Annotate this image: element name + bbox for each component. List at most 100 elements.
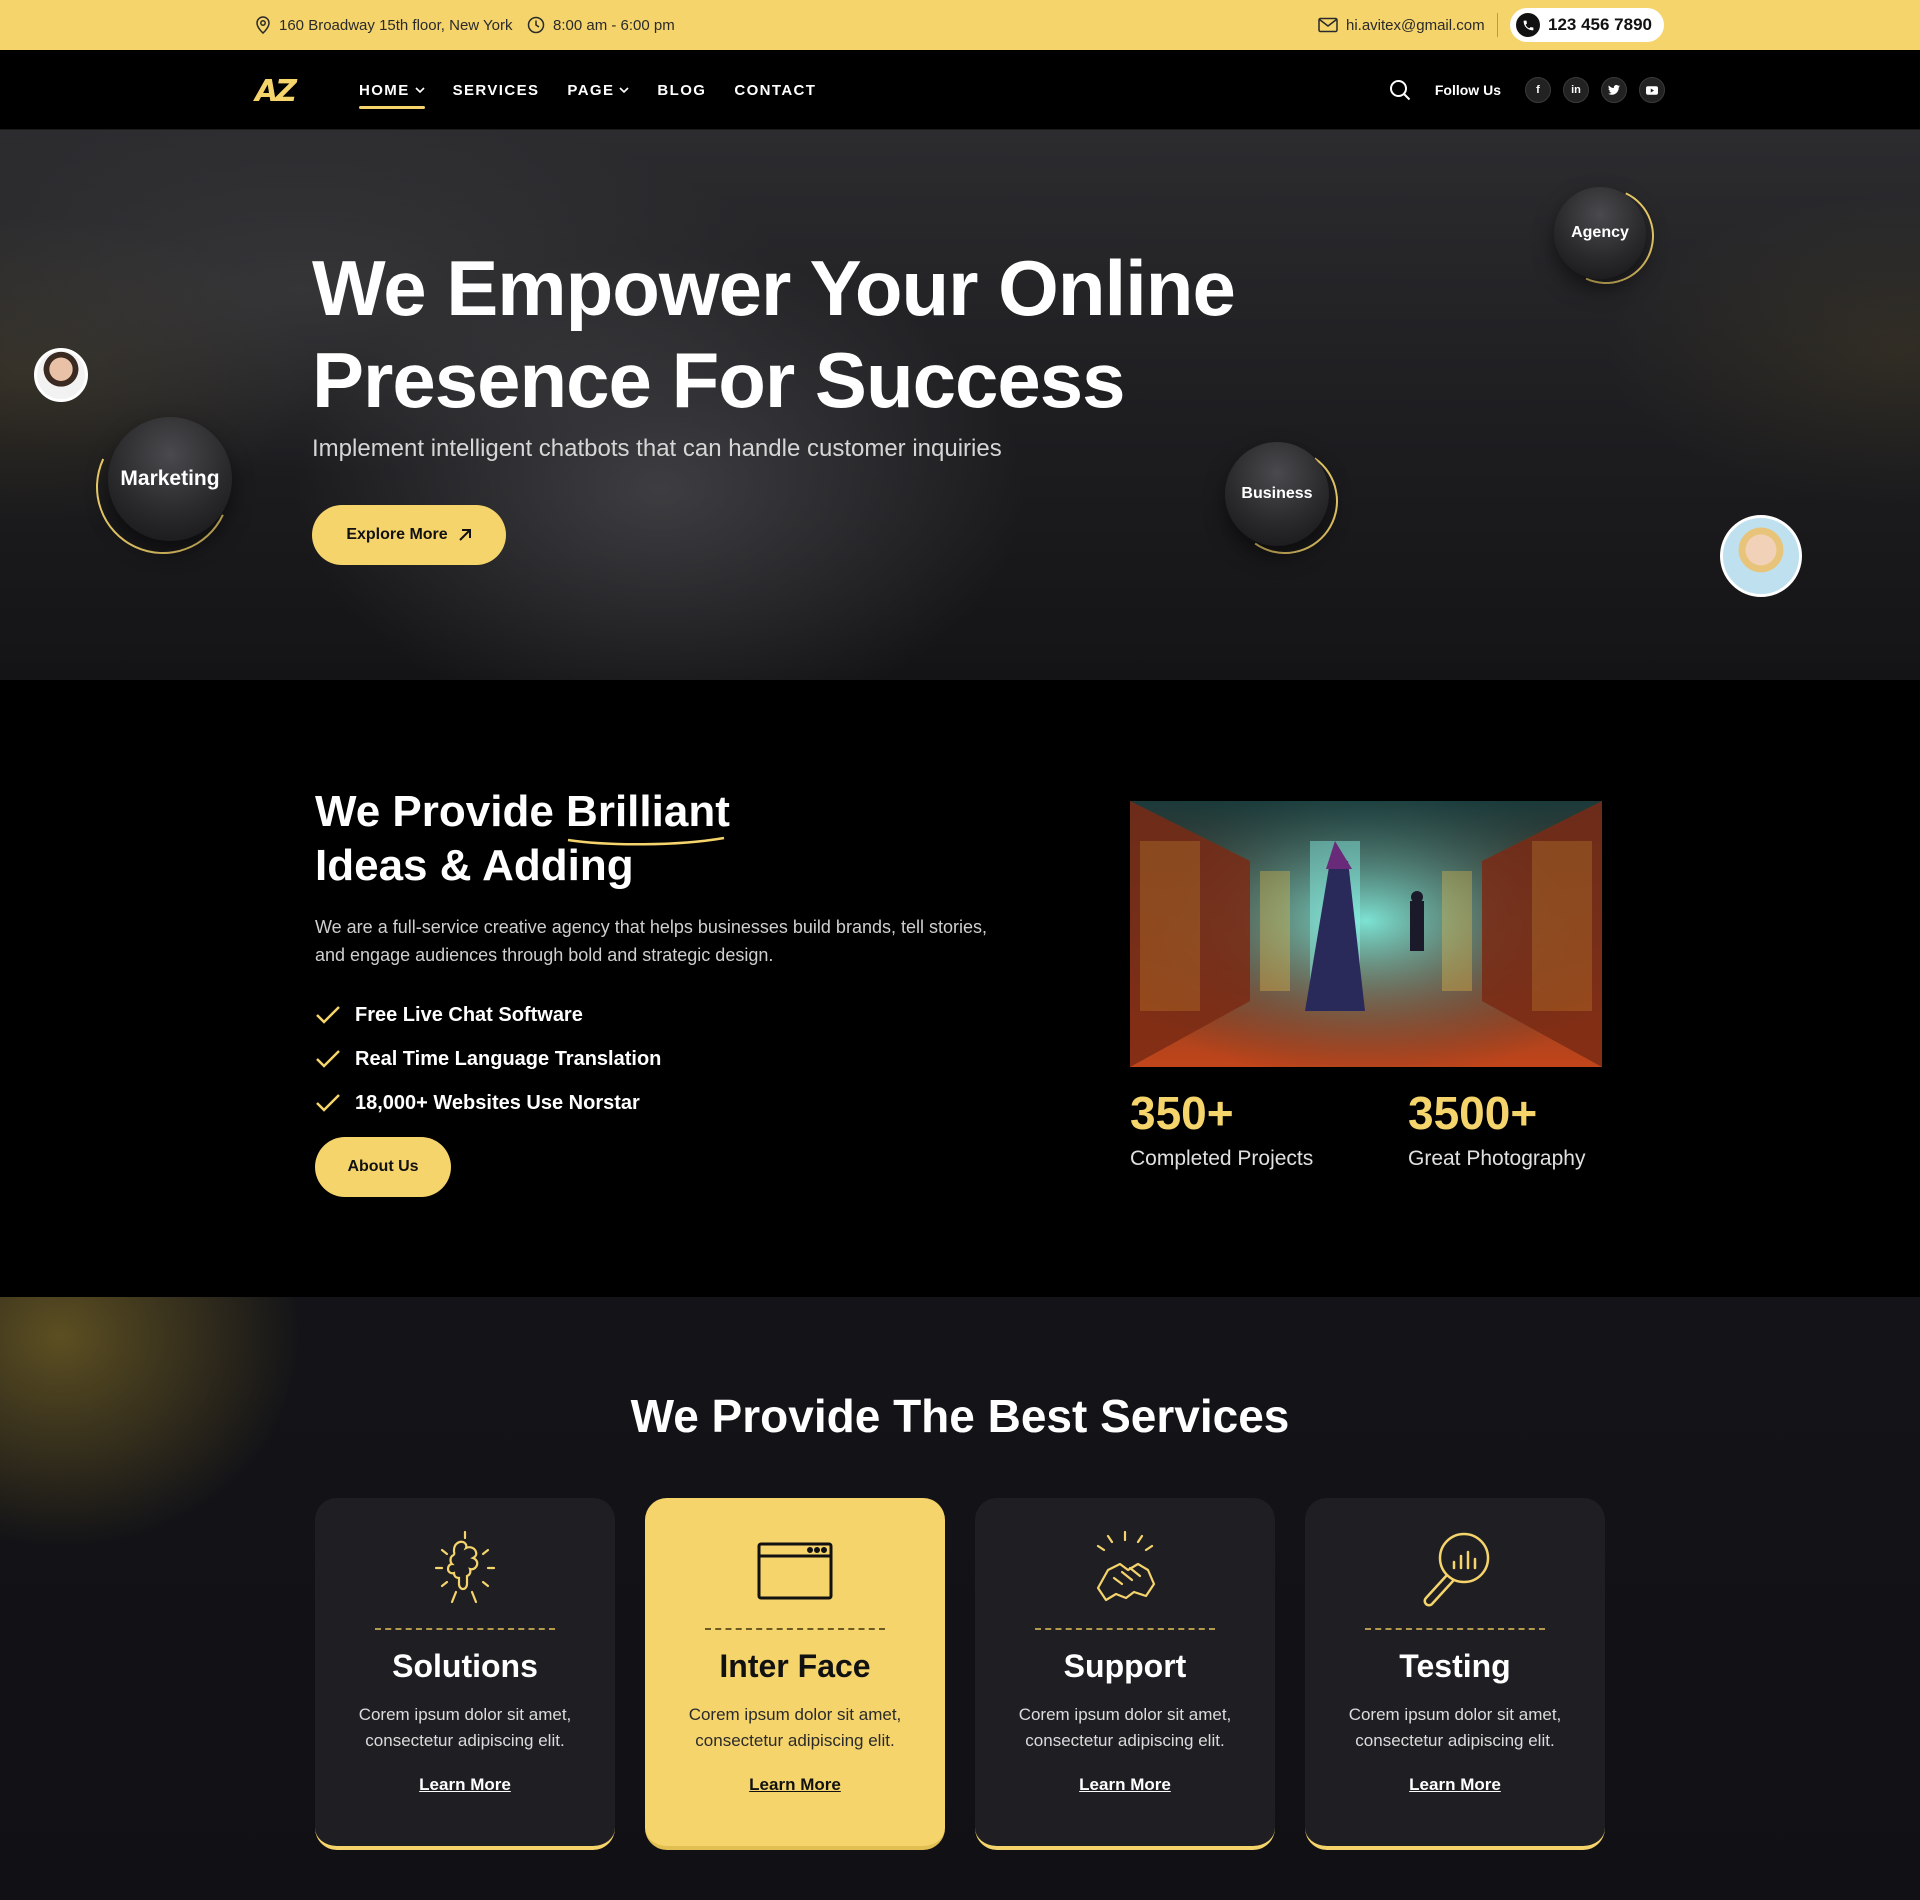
checkmark-icon	[316, 1094, 340, 1112]
main-navigation: AZ HOME SERVICES PAGE BLOG CONTACT Follo…	[0, 50, 1920, 130]
feature-text: 18,000+ Websites Use Norstar	[355, 1091, 640, 1114]
services-title: We Provide The Best Services	[630, 1390, 1290, 1442]
clock-icon	[527, 16, 545, 34]
checkmark-icon	[316, 1006, 340, 1024]
button-label: About Us	[347, 1158, 419, 1175]
stat-great-photography: 3500+ Great Photography	[1408, 1085, 1585, 1171]
services-section: We Provide The Best Services Solutions C…	[0, 1297, 1920, 1900]
youtube-icon[interactable]	[1639, 77, 1665, 103]
address-info: 160 Broadway 15th floor, New York	[255, 0, 512, 50]
bubble-label: Business	[1241, 485, 1313, 502]
browser-window-icon	[645, 1528, 945, 1610]
nav-item-contact[interactable]: CONTACT	[734, 75, 816, 105]
divider	[1035, 1628, 1215, 1630]
card-description: Corem ipsum dolor sit amet, consectetur …	[1018, 1705, 1232, 1750]
phone-button[interactable]: 123 456 7890	[1510, 8, 1664, 42]
service-card-support: Support Corem ipsum dolor sit amet, cons…	[975, 1498, 1275, 1850]
about-description: We are a full-service creative agency th…	[315, 917, 988, 965]
avatar	[1720, 515, 1802, 597]
hero-title-line-1: We Empower Your Online	[312, 244, 1236, 332]
divider	[375, 1628, 555, 1630]
explore-more-button[interactable]: Explore More	[312, 505, 506, 565]
nav-item-page[interactable]: PAGE	[567, 75, 629, 105]
stat-completed-projects: 350+ Completed Projects	[1130, 1085, 1313, 1171]
marketing-bubble: Marketing	[108, 417, 232, 541]
top-info-bar: 160 Broadway 15th floor, New York 8:00 a…	[0, 0, 1920, 50]
facebook-icon[interactable]: f	[1525, 77, 1551, 103]
search-icon	[1389, 80, 1411, 101]
hero-section: Marketing Agency Business We Empower You…	[0, 130, 1920, 680]
twitter-icon[interactable]	[1601, 77, 1627, 103]
underline-swoosh-icon	[567, 836, 725, 846]
bubble-label: Agency	[1571, 224, 1629, 241]
divider	[1497, 13, 1498, 37]
feature-text: Free Live Chat Software	[355, 1003, 583, 1026]
arrow-up-right-icon	[458, 529, 471, 541]
card-description: Corem ipsum dolor sit amet, consectetur …	[358, 1705, 572, 1750]
nav-item-label: HOME	[359, 81, 410, 99]
button-label: Explore More	[346, 526, 448, 543]
nav-item-label: CONTACT	[734, 81, 817, 99]
stat-label: Completed Projects	[1130, 1147, 1314, 1170]
highlight-text: Brilliant	[566, 787, 730, 836]
business-bubble: Business	[1225, 442, 1329, 546]
stat-value: 3500+	[1408, 1087, 1538, 1139]
service-card-testing: Testing Corem ipsum dolor sit amet, cons…	[1305, 1498, 1605, 1850]
avatar	[34, 348, 88, 402]
address-text: 160 Broadway 15th floor, New York	[279, 16, 513, 34]
hero-title: We Empower Your Online Presence For Succ…	[312, 242, 1412, 426]
learn-more-link[interactable]: Learn More	[975, 1775, 1275, 1795]
card-title: Support	[1063, 1648, 1187, 1684]
nav-item-home[interactable]: HOME	[359, 75, 425, 109]
card-title: Solutions	[392, 1648, 538, 1684]
bubble-label: Marketing	[120, 467, 220, 490]
about-title-highlight: Brilliant	[566, 785, 730, 846]
about-us-button[interactable]: About Us	[315, 1137, 451, 1197]
checkmark-icon	[316, 1050, 340, 1068]
list-item: 18,000+ Websites Use Norstar	[315, 1081, 661, 1125]
follow-us-label: Follow Us	[1434, 82, 1501, 98]
learn-more-link[interactable]: Learn More	[315, 1775, 615, 1795]
card-description: Corem ipsum dolor sit amet, consectetur …	[1348, 1705, 1562, 1750]
phone-text: 123 456 7890	[1548, 15, 1652, 34]
card-description: Corem ipsum dolor sit amet, consectetur …	[688, 1705, 902, 1750]
nav-menu: HOME SERVICES PAGE BLOG CONTACT	[359, 50, 816, 130]
stat-value: 350+	[1130, 1087, 1234, 1139]
agency-bubble: Agency	[1554, 187, 1646, 279]
mail-icon	[1318, 17, 1338, 33]
nav-right-group: Follow Us f in	[1389, 50, 1665, 130]
list-item: Free Live Chat Software	[315, 993, 661, 1037]
divider	[705, 1628, 885, 1630]
hero-subtitle: Implement intelligent chatbots that can …	[312, 435, 1002, 462]
about-title-part: We Provide	[315, 787, 567, 836]
about-title-line-2: Ideas & Adding	[315, 841, 634, 890]
hero-title-line-2: Presence For Success	[312, 336, 1125, 424]
nav-item-label: SERVICES	[452, 81, 540, 99]
email-text: hi.avitex@gmail.com	[1346, 16, 1485, 34]
search-button[interactable]	[1389, 79, 1411, 101]
feature-text: Real Time Language Translation	[355, 1047, 662, 1070]
chevron-down-icon	[619, 87, 629, 94]
linkedin-icon[interactable]: in	[1563, 77, 1589, 103]
phone-icon	[1516, 13, 1540, 37]
email-link[interactable]: hi.avitex@gmail.com	[1318, 0, 1485, 50]
divider	[1365, 1628, 1545, 1630]
learn-more-link[interactable]: Learn More	[1305, 1775, 1605, 1795]
about-title: We Provide Brilliant Ideas & Adding	[315, 785, 730, 893]
logo-text: AZ	[255, 73, 297, 109]
nav-item-services[interactable]: SERVICES	[453, 75, 540, 105]
learn-more-link[interactable]: Learn More	[645, 1775, 945, 1795]
service-card-interface: Inter Face Corem ipsum dolor sit amet, c…	[645, 1498, 945, 1850]
handshake-icon	[975, 1528, 1275, 1610]
nav-item-label: BLOG	[657, 81, 707, 99]
chevron-down-icon	[415, 87, 425, 94]
site-logo[interactable]: AZ	[255, 73, 297, 109]
hours-info: 8:00 am - 6:00 pm	[527, 0, 675, 50]
nav-item-label: PAGE	[567, 81, 615, 99]
library-wizard-image	[1130, 801, 1602, 1067]
nav-item-blog[interactable]: BLOG	[657, 75, 706, 105]
about-section: We Provide Brilliant Ideas & Adding We a…	[0, 680, 1920, 1297]
location-pin-icon	[256, 16, 270, 34]
service-card-solutions: Solutions Corem ipsum dolor sit amet, co…	[315, 1498, 615, 1850]
stat-label: Great Photography	[1408, 1147, 1586, 1170]
